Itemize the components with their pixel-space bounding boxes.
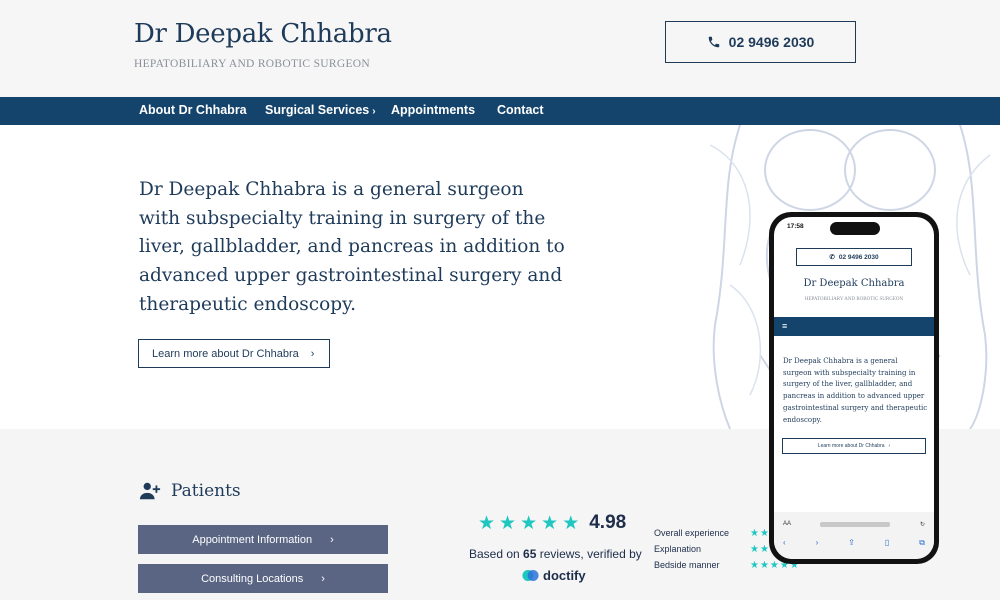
star-icon: ★ (478, 512, 496, 534)
hamburger-menu-icon: ≡ (782, 321, 788, 331)
mobile-learn-more-button: Learn more about Dr Chhabra › (782, 438, 926, 454)
mobile-url-bar: AA ↻ (783, 518, 925, 530)
mobile-intro-text: Dr Deepak Chhabra is a general surgeon w… (783, 357, 928, 424)
chevron-right-icon: › (310, 347, 315, 360)
reload-icon: ↻ (919, 521, 925, 528)
phone-status-time: 17:58 (787, 223, 804, 230)
star-icon: ★ (499, 512, 517, 534)
mobile-site-subtitle: HEPATOBILIARY AND ROBOTIC SURGEON (804, 297, 904, 302)
chevron-right-icon: › (330, 533, 334, 546)
text-size-icon: AA (783, 521, 792, 527)
consulting-locations-button[interactable]: Consulting Locations › (138, 564, 388, 593)
chevron-right-icon: › (888, 443, 891, 449)
back-icon: ‹ (783, 538, 786, 547)
rating-score: 4.98 (589, 512, 627, 533)
phone-notch (830, 222, 880, 235)
patients-heading: Patients (139, 480, 241, 502)
mobile-browser-bar: AA ↻ ‹ › ⇪ ▯ ⧉ (774, 512, 934, 559)
appointment-information-button[interactable]: Appointment Information › (138, 525, 388, 554)
blurred-url (820, 521, 891, 527)
doctify-logo[interactable]: doctify (522, 567, 586, 584)
site-subtitle: HEPATOBILIARY AND ROBOTIC SURGEON (134, 58, 370, 70)
nav-item-surgical-services[interactable]: Surgical Services › (265, 103, 376, 117)
learn-more-button[interactable]: Learn more about Dr Chhabra › (138, 339, 330, 368)
hero-intro-text: Dr Deepak Chhabra is a general surgeon w… (139, 179, 565, 315)
site-title[interactable]: Dr Deepak Chhabra (134, 19, 392, 49)
nav-item-contact[interactable]: Contact (497, 103, 544, 117)
tabs-icon: ⧉ (919, 538, 925, 547)
phone-icon (708, 36, 719, 48)
chevron-right-icon: › (372, 106, 376, 117)
patients-title: Patients (171, 481, 241, 501)
star-icon: ★ (562, 512, 580, 534)
mobile-phone-button: ✆ 02 9496 2030 (796, 248, 912, 266)
criteria-bedside-manner: Bedside manner (654, 560, 720, 570)
star-icon: ★ (541, 512, 559, 534)
forward-icon: › (815, 538, 819, 547)
mobile-browser-toolbar: ‹ › ⇪ ▯ ⧉ (783, 538, 925, 548)
main-nav: About Dr Chhabra Surgical Services › Appo… (0, 97, 1000, 125)
nav-item-about[interactable]: About Dr Chhabra (139, 103, 247, 117)
phone-mockup: 17:58 ✆ 02 9496 2030 Dr Deepak Chhabra H… (769, 212, 939, 564)
phone-icon: ✆ (829, 254, 835, 261)
star-icon: ★ (520, 512, 538, 534)
criteria-overall-experience: Overall experience (654, 528, 730, 538)
mobile-menu-bar: ≡ (774, 317, 934, 336)
add-user-icon (139, 482, 161, 500)
reviews-count-text: Based on 65 reviews, verified by (469, 547, 642, 561)
site-header: Dr Deepak Chhabra HEPATOBILIARY AND ROBO… (0, 0, 1000, 97)
doctify-logo-icon (522, 569, 539, 582)
phone-number: 02 9496 2030 (728, 34, 815, 50)
mobile-site-title: Dr Deepak Chhabra (803, 278, 905, 289)
chevron-right-icon: › (321, 572, 325, 585)
bookmarks-icon: ▯ (884, 538, 890, 547)
nav-item-appointments[interactable]: Appointments (391, 103, 475, 117)
phone-screen: 17:58 ✆ 02 9496 2030 Dr Deepak Chhabra H… (774, 217, 934, 559)
phone-button[interactable]: 02 9496 2030 (665, 21, 856, 63)
rating-summary: ★ ★ ★ ★ ★ 4.98 (478, 512, 626, 534)
criteria-explanation: Explanation (654, 544, 702, 554)
share-icon: ⇪ (848, 538, 855, 547)
